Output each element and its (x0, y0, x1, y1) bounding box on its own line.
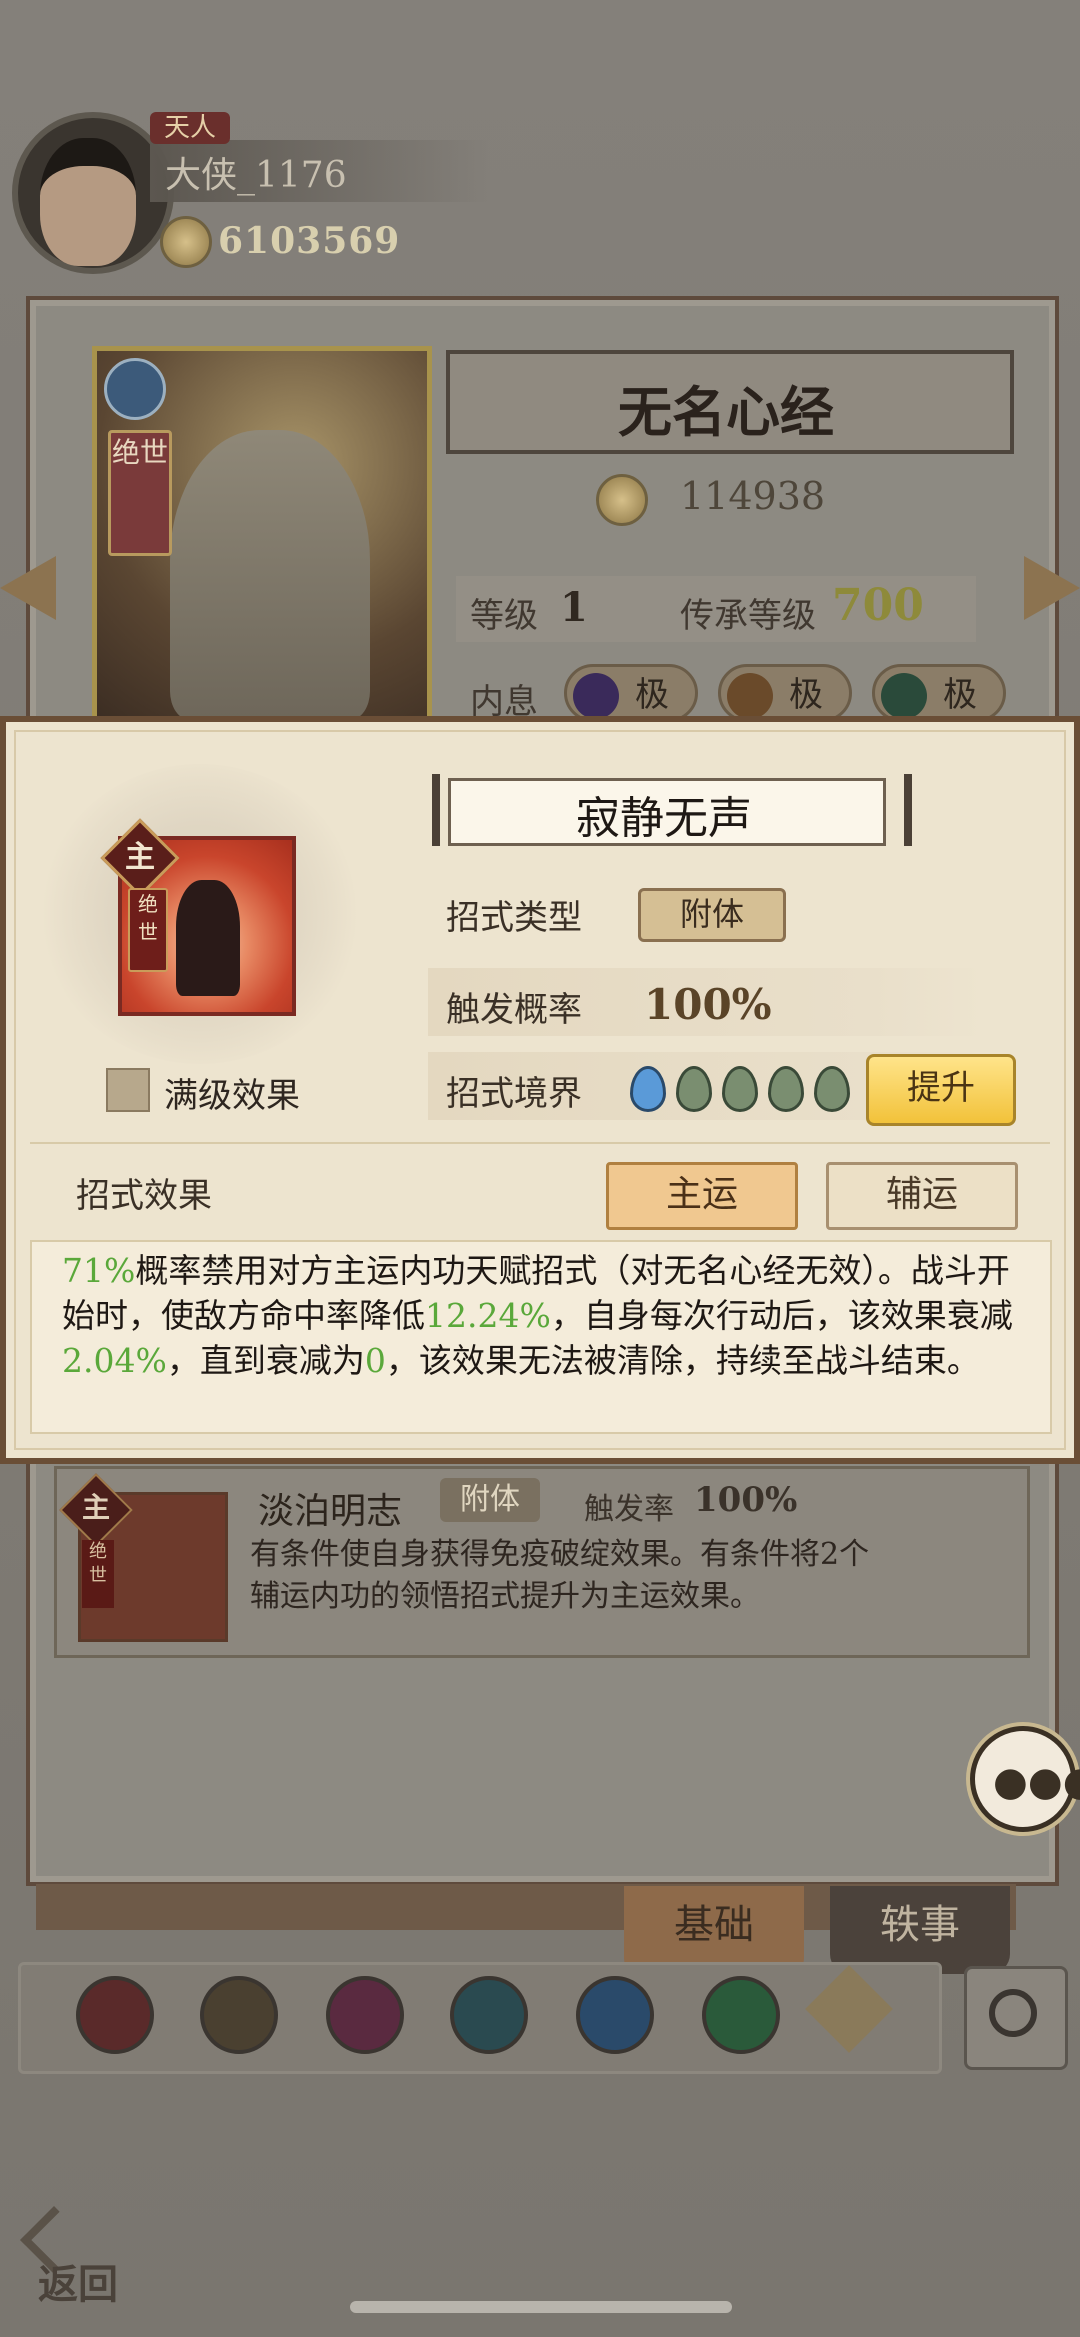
skill-type-label: 招式类型 (446, 898, 582, 938)
move-tier-tag: 绝世 (82, 1540, 114, 1608)
trigger-value: 100% (644, 980, 772, 1029)
fist-filter-icon[interactable] (326, 1976, 404, 2054)
realm-label: 招式境界 (446, 1074, 582, 1114)
player-coins: 6103569 (218, 220, 401, 262)
move-main-badge: 主 (81, 1491, 110, 1524)
avatar-portrait (40, 138, 136, 266)
realm-drop-icon (814, 1066, 850, 1112)
realm-drop-icon (676, 1066, 712, 1112)
sun-icon (727, 673, 773, 719)
yin-yang-filter-icon[interactable] (576, 1976, 654, 2054)
level-value: 1 (560, 584, 588, 631)
move-trigger-label: 触发率 (584, 1492, 674, 1527)
sword-filter-icon[interactable] (76, 1976, 154, 2054)
skill-name: 寂静无声 (576, 793, 752, 844)
magnifier-icon (989, 1989, 1037, 2037)
power-coin-icon (596, 474, 648, 526)
realm-drop-icon (768, 1066, 804, 1112)
move-description: 有条件使自身获得免疫破绽效果。有条件将2个辅运内功的领悟招式提升为主运效果。 (250, 1537, 870, 1614)
realm-drop-icon-filled (630, 1066, 666, 1112)
staff-filter-icon[interactable] (702, 1976, 780, 2054)
neixi-pill-1[interactable]: 极 (564, 664, 698, 722)
home-indicator (350, 2301, 732, 2313)
manual-power: 114938 (680, 474, 826, 518)
player-name: 大侠_1176 (165, 155, 347, 196)
skill-type-tag: 附体 (638, 888, 786, 942)
manual-title: 无名心经 (618, 380, 834, 444)
move-trigger-value: 100% (694, 1480, 798, 1520)
desc-text: ，自身每次行动后，该效果衰减 (550, 1296, 1013, 1335)
skill-effect-label: 招式效果 (76, 1176, 212, 1216)
coin-icon (160, 216, 212, 268)
search-button[interactable] (964, 1966, 1068, 2070)
upgrade-button[interactable]: 提升 (866, 1054, 1016, 1126)
chat-bubble-icon: ●●● (993, 1759, 1080, 1805)
moon-icon (573, 673, 619, 719)
trigger-label: 触发概率 (446, 990, 582, 1030)
yin-yang-icon (104, 358, 166, 420)
desc-value: 0 (364, 1341, 386, 1380)
move-name: 淡泊明志 (258, 1491, 403, 1532)
desc-text: ，该效果无法被清除，持续至战斗结束。 (385, 1341, 980, 1380)
max-effect-label: 满级效果 (164, 1076, 300, 1116)
inherit-level-label: 传承等级 (680, 596, 816, 636)
inherit-level-value: 700 (832, 580, 924, 631)
desc-text: ，直到衰减为 (166, 1341, 365, 1380)
max-effect-checkbox[interactable] (106, 1068, 150, 1112)
card-tier-tag: 绝世 (108, 430, 172, 556)
divider (30, 1142, 1050, 1144)
skill-tier-tag: 绝世 (128, 888, 168, 972)
neixi-pill-2[interactable]: 极 (718, 664, 852, 722)
neixi-pill-label: 极 (789, 675, 823, 715)
player-title-badge: 天人 (150, 112, 230, 144)
neixi-pill-label: 极 (943, 675, 977, 715)
chat-button[interactable]: ●●● (970, 1726, 1080, 1832)
realm-drop-icon (722, 1066, 758, 1112)
neixi-pill-label: 极 (635, 675, 669, 715)
desc-value: 12.24% (425, 1296, 551, 1335)
neixi-pill-3[interactable]: 极 (872, 664, 1006, 722)
aux-run-button[interactable]: 辅运 (826, 1162, 1018, 1230)
blade-filter-icon[interactable] (200, 1976, 278, 2054)
desc-value: 71% (62, 1251, 136, 1290)
skill-figure (176, 880, 240, 996)
crescent-icon (881, 673, 927, 719)
card-character-figure (170, 430, 370, 720)
back-label: 返回 (38, 2261, 118, 2308)
tab-anecdote[interactable]: 轶事 (830, 1886, 1010, 1974)
desc-value: 2.04% (62, 1341, 167, 1380)
main-run-button[interactable]: 主运 (606, 1162, 798, 1230)
main-badge-label: 主 (125, 840, 155, 875)
level-label: 等级 (470, 596, 538, 636)
fan-filter-icon[interactable] (450, 1976, 528, 2054)
move-type-tag: 附体 (440, 1478, 540, 1522)
skill-description: 71%概率禁用对方主运内功天赋招式（对无名心经无效）。战斗开始时，使敌方命中率降… (62, 1248, 1022, 1383)
